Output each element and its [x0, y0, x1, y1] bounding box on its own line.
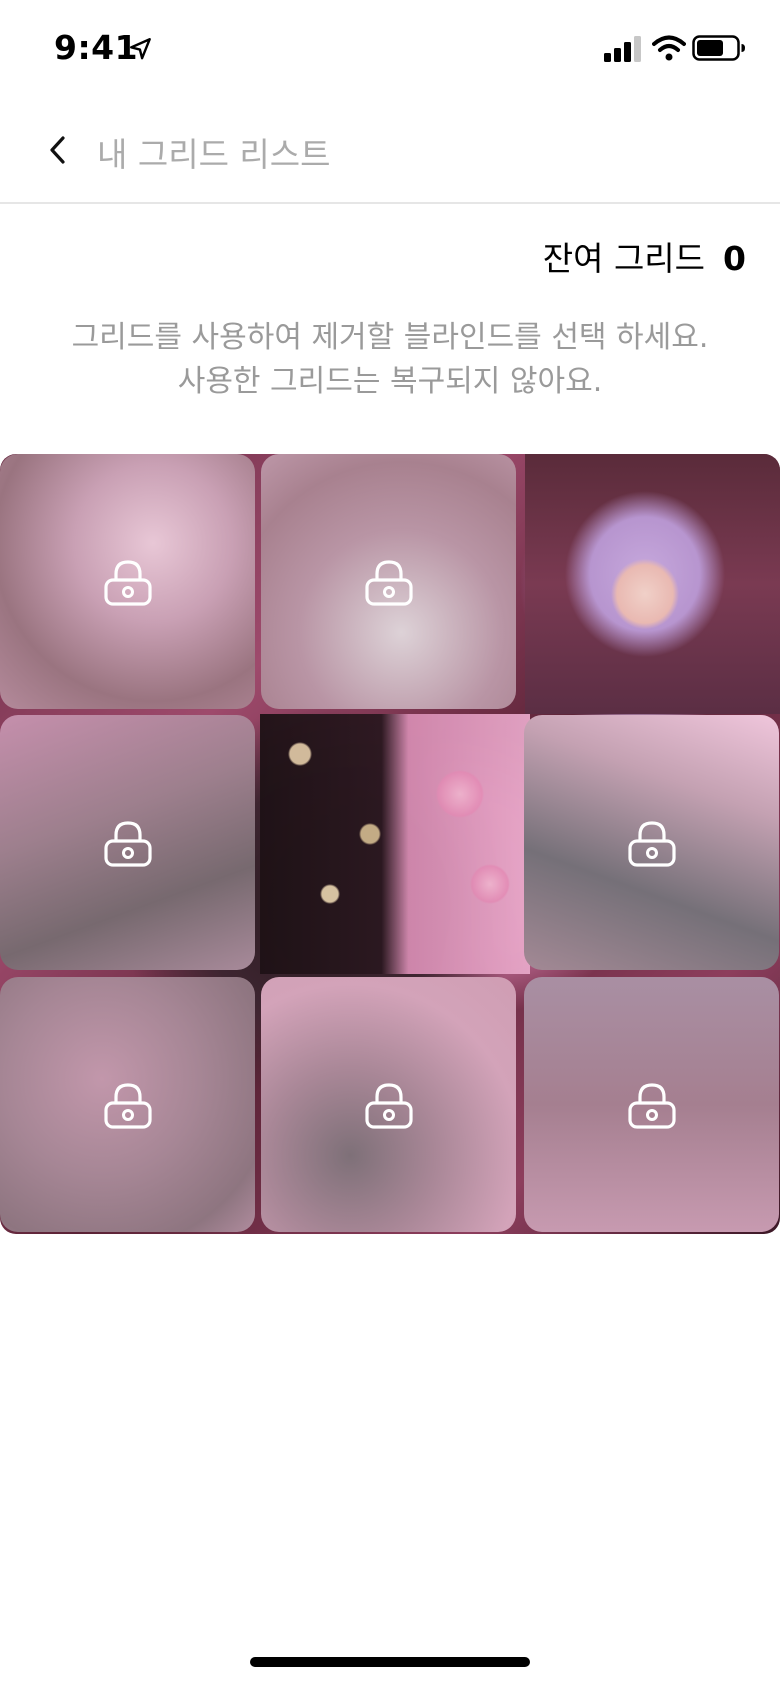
instruction-text: 그리드를 사용하여 제거할 블라인드를 선택 하세요. 사용한 그리드는 복구되… [0, 316, 780, 404]
lock-icon [627, 820, 676, 867]
wifi-icon [652, 35, 686, 61]
grid-tile-7[interactable] [0, 977, 255, 1232]
lock-icon [364, 1082, 413, 1129]
cellular-signal-icon [604, 36, 641, 62]
back-button[interactable] [36, 124, 80, 176]
grid-tile-4[interactable] [0, 715, 255, 970]
battery-icon [692, 35, 745, 61]
instruction-line-2: 사용한 그리드는 복구되지 않아요. [177, 364, 603, 399]
instruction-line-1: 그리드를 사용하여 제거할 블라인드를 선택 하세요. [71, 320, 709, 355]
lock-icon [103, 1082, 152, 1129]
lock-icon [627, 1082, 676, 1129]
grid-tile-9[interactable] [524, 977, 779, 1232]
grid-tile-8[interactable] [261, 977, 516, 1232]
remaining-grid-counter: 잔여 그리드 0 [543, 232, 746, 280]
lock-icon [103, 559, 152, 606]
grid-tile-2[interactable] [261, 454, 516, 709]
location-arrow-icon [130, 38, 151, 60]
status-bar: 9:41 [0, 0, 780, 96]
home-indicator[interactable] [250, 1657, 530, 1667]
lock-icon [364, 559, 413, 606]
lock-icon [103, 820, 152, 867]
status-time: 9:41 [54, 28, 139, 67]
grid-tile-1[interactable] [0, 454, 255, 709]
blind-grid [0, 454, 780, 1234]
remaining-grid-count: 0 [723, 239, 746, 278]
grid-tile-6[interactable] [524, 715, 779, 970]
remaining-grid-label: 잔여 그리드 [542, 239, 706, 278]
page-title: 내 그리드 리스트 [97, 135, 331, 174]
nav-bar: 내 그리드 리스트 [0, 96, 780, 204]
chevron-left-icon [50, 136, 65, 164]
